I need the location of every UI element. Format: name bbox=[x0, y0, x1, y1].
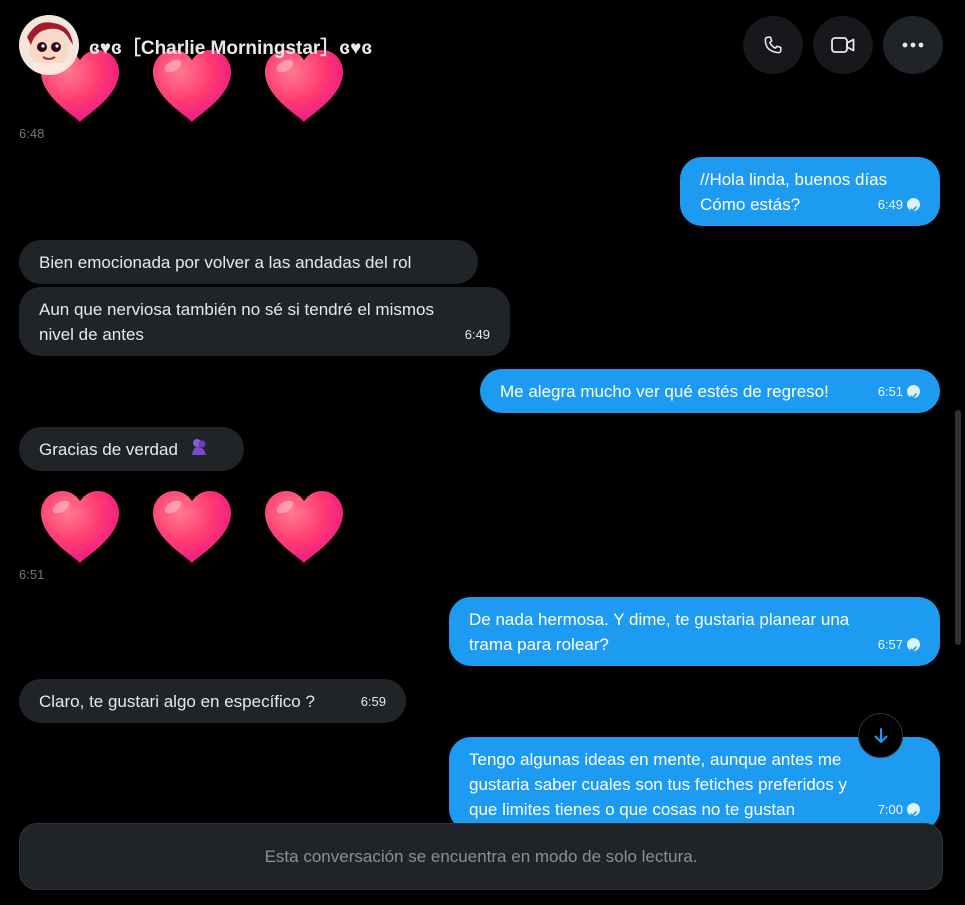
heart-emoji-icon bbox=[39, 489, 121, 565]
message-bubble-incoming[interactable]: Aun que nerviosa también no sé si tendré… bbox=[19, 287, 510, 356]
message-text-line: que limites tienes o que cosas no te gus… bbox=[469, 800, 796, 819]
message-text-line: Tengo algunas ideas en mente, aunque ant… bbox=[469, 750, 842, 769]
message-meta: 7:00 bbox=[878, 797, 920, 822]
scrollbar-thumb[interactable] bbox=[955, 410, 961, 645]
scroll-to-bottom-button[interactable] bbox=[858, 713, 903, 758]
message-time: 7:00 bbox=[877, 802, 903, 817]
read-check-icon bbox=[907, 638, 920, 652]
message-meta: 6:49 bbox=[465, 322, 490, 347]
message-meta: 6:57 bbox=[878, 632, 920, 657]
read-check-icon bbox=[907, 198, 920, 212]
read-check-icon bbox=[907, 385, 920, 399]
contact-name[interactable]: ɞ♥ɞ［Charlie Morningstar］ɞ♥ɞ bbox=[89, 33, 372, 60]
message-meta: 6:59 bbox=[361, 689, 386, 714]
message-bubble-outgoing[interactable]: Me alegra mucho ver qué estés de regreso… bbox=[480, 369, 940, 413]
message-timestamp: 6:48 bbox=[19, 126, 45, 141]
arrow-down-icon bbox=[874, 727, 887, 743]
message-text-line: Aun que nerviosa también no sé si tendré… bbox=[39, 300, 434, 319]
avatar[interactable] bbox=[19, 15, 79, 75]
message-text-line: trama para rolear? bbox=[469, 635, 609, 654]
message-bubble-incoming[interactable]: Claro, te gustari algo en específico ? 6… bbox=[19, 679, 406, 723]
message-text-line: //Hola linda, buenos días bbox=[700, 170, 888, 189]
more-options-button[interactable] bbox=[883, 16, 943, 74]
read-only-notice: Esta conversación se encuentra en modo d… bbox=[264, 846, 698, 866]
message-time: 6:59 bbox=[360, 694, 386, 709]
message-text-line: Claro, te gustari algo en específico ? bbox=[39, 692, 315, 711]
message-text-line: Me alegra mucho ver qué estés de regreso… bbox=[500, 382, 829, 401]
read-check-icon bbox=[907, 803, 920, 817]
message-meta: 6:51 bbox=[878, 379, 920, 404]
message-bubble-incoming[interactable]: Bien emocionada por volver a las andadas… bbox=[19, 240, 478, 284]
message-text-line: Bien emocionada por volver a las andadas… bbox=[39, 253, 412, 272]
conversation-header: ɞ♥ɞ［Charlie Morningstar］ɞ♥ɞ bbox=[0, 0, 965, 92]
video-camera-icon bbox=[831, 37, 855, 53]
message-bubble-outgoing[interactable]: De nada hermosa. Y dime, te gustaria pla… bbox=[449, 597, 940, 666]
message-bubble-outgoing[interactable]: //Hola linda, buenos días Cómo estás? 6:… bbox=[680, 157, 940, 226]
message-time: 6:49 bbox=[877, 197, 903, 212]
message-bubble-incoming[interactable]: Gracias de verdad bbox=[19, 427, 244, 471]
dm-conversation-view: ɞ♥ɞ［Charlie Morningstar］ɞ♥ɞ 6:48 //Hola … bbox=[0, 0, 965, 905]
heart-emoji-icon bbox=[151, 489, 233, 565]
message-timestamp: 6:51 bbox=[19, 567, 45, 582]
hug-emoji-icon bbox=[189, 437, 209, 464]
call-button[interactable] bbox=[743, 16, 803, 74]
message-text-line: De nada hermosa. Y dime, te gustaria pla… bbox=[469, 610, 850, 629]
message-time: 6:57 bbox=[877, 637, 903, 652]
message-meta: 6:49 bbox=[878, 192, 920, 217]
bottom-edge bbox=[0, 890, 965, 905]
heart-emoji-icon bbox=[263, 489, 345, 565]
read-only-composer: Esta conversación se encuentra en modo d… bbox=[19, 823, 943, 890]
message-text-line: gustaria saber cuales son tus fetiches p… bbox=[469, 775, 847, 794]
message-text-line: nivel de antes bbox=[39, 325, 144, 344]
message-time: 6:51 bbox=[877, 384, 903, 399]
phone-icon bbox=[764, 36, 782, 54]
message-text-line: Gracias de verdad bbox=[39, 440, 178, 459]
video-call-button[interactable] bbox=[813, 16, 873, 74]
more-horizontal-icon bbox=[902, 42, 924, 48]
message-time: 6:49 bbox=[464, 327, 490, 342]
